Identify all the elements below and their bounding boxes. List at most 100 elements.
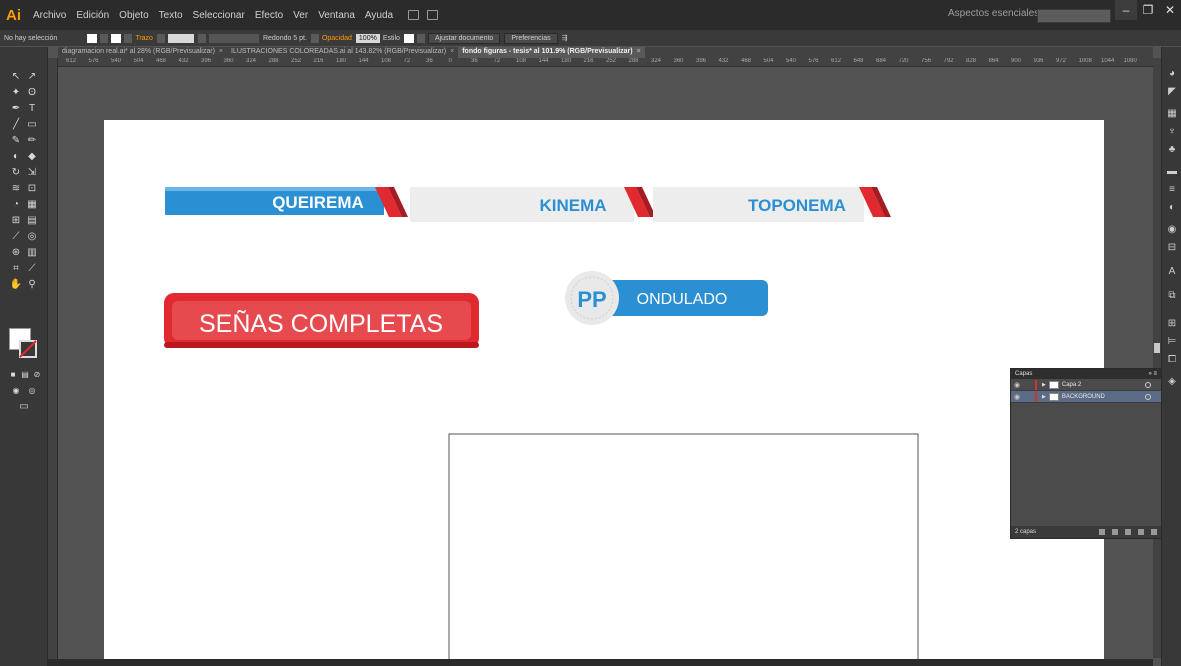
style-dropdown[interactable] xyxy=(416,33,425,43)
menu-objeto[interactable]: Objeto xyxy=(114,10,153,21)
tab-document-2[interactable]: ILUSTRACIONES COLOREADAS.ai al 143.82% (… xyxy=(227,47,458,58)
symbols-icon[interactable]: ♣ xyxy=(1166,143,1178,155)
align-icon[interactable]: ⊞ xyxy=(1166,317,1178,329)
horizontal-ruler[interactable]: 612 576 540 504 468 432 396 360 324 288 252 216 180 1… xyxy=(58,58,1153,67)
mesh-tool-icon[interactable]: ⊞ xyxy=(9,213,23,227)
close-tab-icon[interactable]: × xyxy=(219,48,223,55)
pencil-tool-icon[interactable]: ✏ xyxy=(25,133,39,147)
variable-width-field[interactable] xyxy=(208,33,259,43)
none-mode-icon[interactable]: ⊘ xyxy=(30,367,44,381)
style-swatch[interactable] xyxy=(403,33,414,43)
rotate-tool-icon[interactable]: ↻ xyxy=(9,165,23,179)
appearance-icon[interactable]: ◉ xyxy=(1166,223,1178,235)
shape-builder-icon[interactable]: ◔ xyxy=(9,197,23,211)
menu-seleccionar[interactable]: Seleccionar xyxy=(188,10,250,21)
width-tool-icon[interactable]: ≋ xyxy=(9,181,23,195)
layer-name[interactable]: BACKGROUND xyxy=(1062,394,1145,400)
stroke-label[interactable]: Trazo xyxy=(135,35,153,42)
stroke-weight-stepper[interactable] xyxy=(156,33,165,43)
queirema-banner[interactable]: QUEIREMA xyxy=(165,187,408,217)
screen-mode-icon[interactable]: ▭ xyxy=(17,399,31,413)
swatches-icon[interactable]: ▦ xyxy=(1166,107,1178,119)
menu-edicion[interactable]: Edición xyxy=(71,10,114,21)
fill-swatch-control[interactable] xyxy=(87,33,98,43)
new-sublayer-icon[interactable] xyxy=(1125,529,1131,535)
direct-selection-tool-icon[interactable]: ↗ xyxy=(25,69,39,83)
scale-tool-icon[interactable]: ⇲ xyxy=(25,165,39,179)
arrange-documents-icon[interactable] xyxy=(427,10,439,20)
rectangle-tool-icon[interactable]: ▭ xyxy=(25,117,39,131)
clipping-mask-icon[interactable] xyxy=(1112,529,1118,535)
color-panel-icon[interactable]: ◕ xyxy=(1166,67,1178,79)
workspace-switcher[interactable]: Aspectos esenciales xyxy=(948,8,1039,19)
layers-panel-title[interactable]: Capas xyxy=(1015,371,1032,377)
eyedropper-tool-icon[interactable]: ⟋ xyxy=(9,229,23,243)
fill-dropdown[interactable] xyxy=(100,33,109,43)
locate-object-icon[interactable] xyxy=(1099,529,1105,535)
pen-tool-icon[interactable]: ✒ xyxy=(9,101,23,115)
selection-tool-icon[interactable]: ↖ xyxy=(9,69,23,83)
brush-dropdown[interactable] xyxy=(310,33,319,43)
symbol-sprayer-icon[interactable]: ⊛ xyxy=(9,245,23,259)
tab-document-1[interactable]: diagramacion real.ai* al 28% (RGB/Previs… xyxy=(58,47,227,58)
pp-ondulado-badge[interactable]: PP ONDULADO xyxy=(565,271,768,325)
visibility-eye-icon[interactable]: ◉ xyxy=(1011,393,1023,401)
empty-rectangle[interactable] xyxy=(448,433,919,666)
artboards-icon[interactable]: ⧠ xyxy=(1166,353,1178,365)
preferences-button[interactable]: Preferencias xyxy=(504,32,558,44)
close-button[interactable]: ✕ xyxy=(1159,0,1181,20)
color-guide-icon[interactable]: ◤ xyxy=(1166,85,1178,97)
profile-dropdown[interactable] xyxy=(197,33,206,43)
opacity-label[interactable]: Opacidad xyxy=(322,35,352,42)
toponema-banner[interactable]: TOPONEMA xyxy=(653,187,891,222)
slice-tool-icon[interactable]: ⟋ xyxy=(25,261,39,275)
close-tab-icon[interactable]: × xyxy=(637,48,641,55)
transform-icon[interactable]: ⧉ xyxy=(1166,289,1178,301)
target-circle-icon[interactable] xyxy=(1145,393,1151,400)
transparency-icon[interactable]: ◐ xyxy=(1166,201,1178,213)
search-input[interactable] xyxy=(1037,9,1111,23)
lasso-tool-icon[interactable]: ʘ xyxy=(25,85,39,99)
kinema-banner[interactable]: KINEMA xyxy=(410,187,656,222)
menu-texto[interactable]: Texto xyxy=(154,10,188,21)
new-layer-icon[interactable] xyxy=(1138,529,1144,535)
menu-ver[interactable]: Ver xyxy=(288,10,313,21)
draw-behind-icon[interactable]: ◎ xyxy=(25,383,39,397)
tab-document-3[interactable]: fondo figuras - tesis* al 101.9% (RGB/Pr… xyxy=(458,47,645,58)
expand-triangle-icon[interactable]: ▶ xyxy=(1042,394,1046,400)
character-icon[interactable]: A xyxy=(1166,265,1178,277)
layer-name[interactable]: Capa 2 xyxy=(1062,382,1145,388)
artboard[interactable]: QUEIREMA KINEMA TOPONEMA SEÑAS COMPLETAS… xyxy=(104,120,1104,666)
close-tab-icon[interactable]: × xyxy=(450,48,454,55)
brush-definition[interactable]: Redondo 5 pt. xyxy=(263,35,307,42)
graph-tool-icon[interactable]: ▥ xyxy=(25,245,39,259)
gradient-tool-icon[interactable]: ▤ xyxy=(25,213,39,227)
blend-tool-icon[interactable]: ◎ xyxy=(25,229,39,243)
arrange-icon[interactable]: ⇶ xyxy=(562,34,568,42)
menu-ayuda[interactable]: Ayuda xyxy=(360,10,398,21)
stroke-panel-icon[interactable]: ▬ xyxy=(1166,165,1178,177)
stroke-swatch-control[interactable] xyxy=(111,33,122,43)
layer-row[interactable]: ◉ ▶ Capa 2 xyxy=(1011,379,1161,391)
gradient-panel-icon[interactable]: ≡ xyxy=(1166,183,1178,195)
layers-panel-icon[interactable]: ◈ xyxy=(1166,375,1178,387)
pathfinder-icon[interactable]: ⊨ xyxy=(1166,335,1178,347)
line-tool-icon[interactable]: ╱ xyxy=(9,117,23,131)
vertical-scrollbar[interactable] xyxy=(1153,58,1161,658)
target-circle-icon[interactable] xyxy=(1145,381,1151,388)
draw-mode-icon[interactable]: ◉ xyxy=(9,383,23,397)
visibility-eye-icon[interactable]: ◉ xyxy=(1011,381,1023,389)
menu-ventana[interactable]: Ventana xyxy=(313,10,360,21)
artboard-tool-icon[interactable]: ⌗ xyxy=(9,261,23,275)
delete-layer-icon[interactable] xyxy=(1151,529,1157,535)
restore-button[interactable]: ❐ xyxy=(1137,0,1159,20)
perspective-grid-icon[interactable]: ▦ xyxy=(25,197,39,211)
paintbrush-tool-icon[interactable]: ✎ xyxy=(9,133,23,147)
magic-wand-icon[interactable]: ✦ xyxy=(9,85,23,99)
senas-completas-badge[interactable]: SEÑAS COMPLETAS xyxy=(164,293,479,348)
menu-archivo[interactable]: Archivo xyxy=(28,10,71,21)
blob-brush-icon[interactable]: ◐ xyxy=(9,149,23,163)
graphic-styles-icon[interactable]: ⊟ xyxy=(1166,241,1178,253)
eraser-tool-icon[interactable]: ◆ xyxy=(25,149,39,163)
type-tool-icon[interactable]: T xyxy=(25,101,39,115)
